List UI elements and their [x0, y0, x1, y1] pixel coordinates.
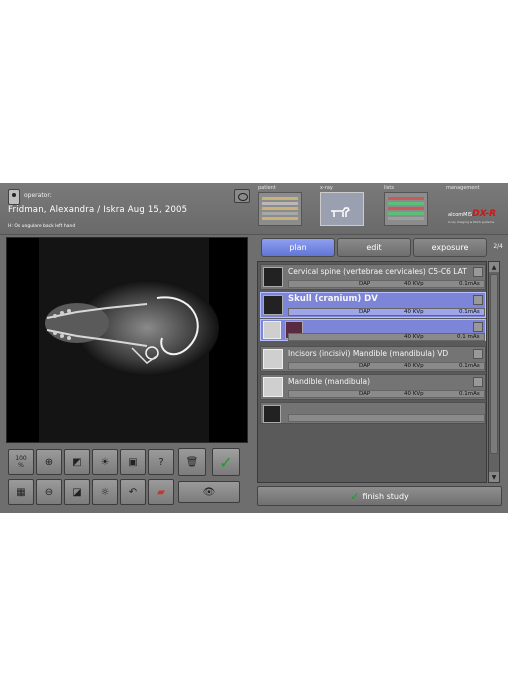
nav-tab-patient[interactable]: patient	[258, 185, 302, 226]
operator-label: operator:	[24, 192, 52, 199]
skull-xray-image	[39, 238, 219, 442]
help-icon: ?	[158, 456, 164, 468]
empty-thumbnail	[263, 405, 281, 423]
annotation-icon: ▰	[157, 486, 165, 498]
window-level-2-button[interactable]: ◪	[64, 479, 90, 505]
tab-bar: plan edit exposure 2/4	[257, 237, 503, 259]
exposure-params: DAP 40 KVp 0.1mAs	[288, 362, 485, 370]
help-button[interactable]: ?	[148, 449, 174, 475]
study-note: H: Os ungulare back left hand	[8, 224, 76, 229]
accept-button[interactable]: ✓	[212, 448, 240, 476]
header: operator: Fridman, Alexandra / Iskra Aug…	[0, 183, 508, 235]
list-item-empty[interactable]	[260, 402, 486, 424]
magnifier-minus-icon: ⊖	[44, 486, 54, 498]
brightness-button[interactable]: ☀	[92, 449, 118, 475]
checkmark-icon: ✓	[350, 489, 360, 503]
exposure-params: DAP 40 KVp 0.1mAs	[288, 308, 485, 316]
xray-image-viewer[interactable]	[6, 237, 248, 443]
patient-thumbnail	[258, 192, 302, 226]
list-item[interactable]: Mandible (mandibula) DAP 40 KVp 0.1mAs	[260, 374, 486, 400]
magnifier-plus-icon: ⊕	[44, 456, 54, 468]
contrast-button[interactable]: ☼	[92, 479, 118, 505]
scroll-thumb[interactable]	[490, 274, 498, 454]
item-menu-icon[interactable]	[473, 377, 483, 387]
roi-icon: ▣	[128, 456, 138, 468]
study-thumbnail	[263, 295, 283, 315]
study-title: Skull (cranium) DV	[288, 294, 378, 304]
item-menu-icon[interactable]	[473, 349, 483, 359]
study-thumbnail	[263, 267, 283, 287]
window-level-icon: ◩	[72, 456, 82, 468]
page-indicator: 2/4	[493, 243, 503, 250]
window-level-button[interactable]: ◩	[64, 449, 90, 475]
nav-tab-lists[interactable]: lists	[384, 185, 428, 226]
company-logo: alcomMISDX-R X-ray imaging & PACS system…	[448, 209, 497, 224]
exposure-params: DAP 40 KVp 0.1mAs	[288, 390, 485, 398]
roi-button[interactable]: ▣	[120, 449, 146, 475]
study-thumbnail	[263, 349, 283, 369]
lists-thumbnail	[384, 192, 428, 226]
undo-arrow-icon: ↶	[128, 486, 138, 498]
study-thumbnail	[263, 377, 283, 397]
empty-params	[288, 414, 485, 422]
sun-icon: ☀	[100, 456, 110, 468]
item-menu-icon[interactable]	[473, 267, 483, 277]
item-menu-icon[interactable]	[473, 295, 483, 305]
study-title: Incisors (incisivi) Mandible (mandibula)…	[288, 349, 449, 358]
zoom-in-button[interactable]: ⊕	[36, 449, 62, 475]
exposure-params: 40 KVp 0.1 mAs	[288, 333, 485, 341]
tab-exposure[interactable]: exposure	[413, 238, 487, 257]
view-eye-icon[interactable]	[234, 189, 250, 203]
dog-icon	[331, 207, 350, 217]
patient-info: Fridman, Alexandra / Iskra Aug 15, 2005	[8, 205, 188, 215]
finish-study-button[interactable]: ✓ finish study	[257, 486, 502, 506]
list-item-selected[interactable]: Skull (cranium) DV DAP 40 KVp 0.1mAs	[260, 292, 486, 318]
tab-plan[interactable]: plan	[261, 238, 335, 257]
list-item[interactable]: Cervical spine (vertebrae cervicales) C5…	[260, 264, 486, 290]
sun-alt-icon: ☼	[100, 486, 110, 498]
exposure-params: DAP 40 KVp 0.1mAs	[288, 280, 485, 288]
exposure-row[interactable]: 40 KVp 0.1 mAs	[260, 319, 486, 341]
xray-thumbnail	[320, 192, 364, 226]
tab-edit[interactable]: edit	[337, 238, 411, 257]
annotate-button[interactable]: ▰	[148, 479, 174, 505]
eye-icon: 👁	[202, 486, 216, 498]
fit-button[interactable]: ▦	[8, 479, 34, 505]
trash-icon: 🗑	[185, 456, 199, 468]
list-scrollbar[interactable]: ▲ ▼	[488, 261, 500, 483]
delete-button[interactable]: 🗑	[178, 448, 206, 476]
nav-tab-management[interactable]: management	[446, 185, 480, 191]
zoom-out-button[interactable]: ⊖	[36, 479, 62, 505]
recycle-icon[interactable]	[263, 321, 281, 339]
window-level-alt-icon: ◪	[72, 486, 82, 498]
fit-screen-icon: ▦	[16, 486, 26, 498]
study-title: Cervical spine (vertebrae cervicales) C5…	[288, 267, 467, 276]
study-list: Cervical spine (vertebrae cervicales) C5…	[257, 261, 487, 483]
item-menu-icon[interactable]	[473, 322, 483, 332]
app-window: operator: Fridman, Alexandra / Iskra Aug…	[0, 183, 508, 513]
checkmark-icon: ✓	[219, 452, 233, 472]
zoom-100-button[interactable]: 100 %	[8, 449, 34, 475]
scroll-up-icon[interactable]: ▲	[489, 262, 499, 272]
undo-button[interactable]: ↶	[120, 479, 146, 505]
nav-tab-xray[interactable]: x-ray	[320, 185, 364, 226]
preview-button[interactable]: 👁	[178, 481, 240, 503]
scroll-down-icon[interactable]: ▼	[489, 472, 499, 482]
study-title: Mandible (mandibula)	[288, 377, 371, 386]
list-item[interactable]: Incisors (incisivi) Mandible (mandibula)…	[260, 346, 486, 372]
operator-key-icon[interactable]	[8, 189, 20, 205]
